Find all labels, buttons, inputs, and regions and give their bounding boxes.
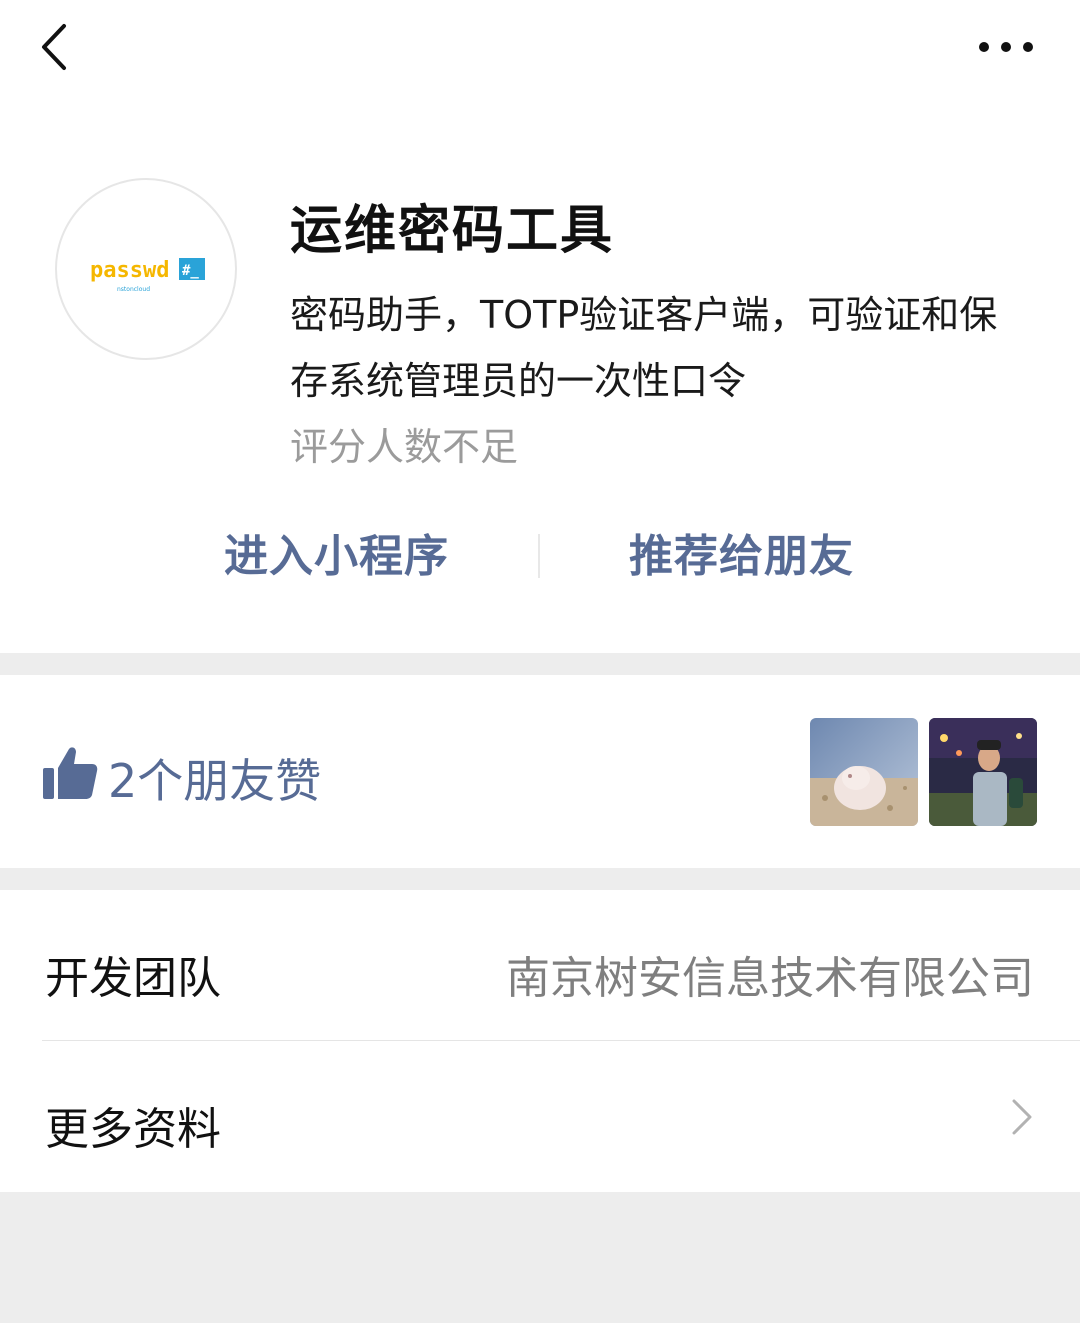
back-arrow-icon[interactable] — [34, 22, 84, 72]
developer-value: 南京树安信息技术有限公司 — [506, 953, 1034, 1004]
rating-status: 评分人数不足 — [290, 425, 519, 469]
friend-likes-count: 2个朋友赞 — [108, 754, 322, 808]
recommend-to-friend-button[interactable]: 推荐给朋友 — [629, 520, 854, 584]
friend-avatar-1[interactable] — [810, 718, 918, 826]
more-options-icon[interactable] — [976, 36, 1036, 58]
info-list: 开发团队 南京树安信息技术有限公司 更多资料 — [0, 890, 1080, 1192]
enter-miniprogram-button[interactable]: 进入小程序 — [224, 520, 449, 584]
svg-text:passwd: passwd — [90, 258, 169, 283]
action-bar: 进入小程序 推荐给朋友 — [0, 520, 1080, 600]
app-logo: passwd #_ nstoncloud — [55, 178, 237, 360]
app-title: 运维密码工具 — [290, 201, 615, 261]
app-logo-graphic: passwd #_ nstoncloud — [90, 258, 205, 293]
more-info-row[interactable]: 更多资料 — [0, 1041, 1080, 1191]
svg-text:nstoncloud: nstoncloud — [117, 286, 150, 293]
action-divider — [538, 534, 540, 578]
friend-likes-section[interactable]: 2个朋友赞 — [0, 675, 1080, 868]
more-info-label: 更多资料 — [45, 1104, 221, 1155]
chevron-right-icon — [1012, 1099, 1032, 1135]
friend-avatar-2[interactable] — [929, 718, 1037, 826]
developer-label: 开发团队 — [45, 953, 221, 1004]
header-card: passwd #_ nstoncloud 运维密码工具 密码助手，TOTP验证客… — [0, 0, 1080, 653]
svg-text:#_: #_ — [182, 263, 199, 279]
thumbs-up-icon — [43, 747, 98, 799]
app-description: 密码助手，TOTP验证客户端，可验证和保存系统管理员的一次性口令 — [290, 293, 998, 403]
developer-row: 开发团队 南京树安信息技术有限公司 — [0, 890, 1080, 1041]
